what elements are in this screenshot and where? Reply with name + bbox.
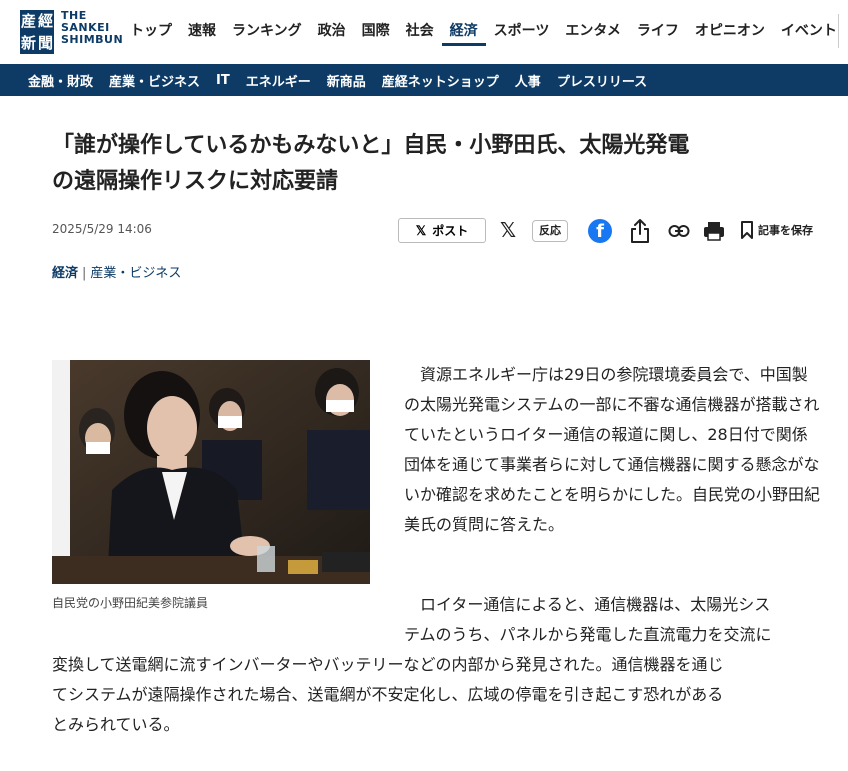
sankei-logo[interactable]: 産 經 新 聞 THE SANKEI SHIMBUN [20,10,123,54]
subnav-item-energy[interactable]: エネルギー [238,71,319,90]
x-logo-icon: 𝕏 [415,222,427,238]
paragraph-2-line-2: テムのうち、パネルから発電した直流電力を交流に [404,625,772,644]
link-icon[interactable] [668,222,690,240]
nav-item-event[interactable]: イベント [773,20,845,46]
facebook-icon[interactable]: f [588,219,612,243]
article-date: 2025/5/29 14:06 [52,222,152,236]
main-nav: トップ 速報 ランキング 政治 国際 社会 経済 スポーツ エンタメ ライフ オ… [122,20,845,46]
post-button-label: ポスト [432,224,469,238]
nav-item-ranking[interactable]: ランキング [224,20,310,46]
paragraph-2-line-1: ロイター通信によると、通信機器は、太陽光シス [420,595,771,614]
subnav-item-it[interactable]: IT [208,73,238,88]
article-paragraph-1: 資源エネルギー庁は29日の参院環境委員会で、中国製の太陽光発電システムの一部に不… [404,365,821,534]
tag-industry-business[interactable]: 産業・ビジネス [90,266,181,281]
nav-item-society[interactable]: 社会 [398,20,442,46]
nav-item-life[interactable]: ライフ [629,20,687,46]
tag-separator: | [82,266,87,281]
photo-illustration [52,360,370,584]
article-headline: 「誰が操作しているかもみないと」自民・小野田氏、太陽光発電 の遠隔操作リスクに対… [52,133,690,194]
nav-item-breaking[interactable]: 速報 [180,20,224,46]
bookmark-icon [741,221,753,239]
paragraph-2-line-4: てシステムが遠隔操作された場合、送電網が不安定化し、広域の停電を引き起こす恐れが… [52,685,724,704]
nav-overflow-edge[interactable] [838,14,848,48]
nav-item-top[interactable]: トップ [122,20,180,46]
article-photo[interactable] [52,360,370,584]
sub-nav: 金融・財政 産業・ビジネス IT エネルギー 新商品 産経ネットショップ 人事 … [0,64,848,96]
nav-item-economy[interactable]: 経済 [441,20,486,46]
subnav-item-finance[interactable]: 金融・財政 [20,71,101,90]
paragraph-2-line-5: とみられている。 [52,715,180,734]
nav-item-international[interactable]: 国際 [354,20,398,46]
share-icon[interactable] [629,218,651,244]
article-tags: 経済 | 産業・ビジネス [52,262,181,281]
x-logo-icon[interactable]: 𝕏 [500,220,516,240]
print-icon[interactable] [703,220,725,242]
subnav-item-industry-business[interactable]: 産業・ビジネス [101,71,208,90]
subnav-item-net-shop[interactable]: 産経ネットショップ [374,71,507,90]
save-label: 記事を保存 [758,224,813,237]
nav-item-sports[interactable]: スポーツ [486,20,558,46]
subnav-item-press-release[interactable]: プレスリリース [549,71,655,90]
nav-item-entertainment[interactable]: エンタメ [557,20,629,46]
post-to-x-button[interactable]: 𝕏 ポスト [398,218,486,243]
article-paragraph-2-bottom: 変換して送電網に流すインバーターやバッテリーなどの内部から発見された。通信機器を… [52,650,832,740]
subnav-item-personnel[interactable]: 人事 [507,71,549,90]
reply-count-bubble[interactable]: 反応 [532,220,568,242]
paragraph-2-line-3: 変換して送電網に流すインバーターやバッテリーなどの内部から発見された。通信機器を… [52,655,724,674]
photo-caption: 自民党の小野田紀美参院議員 [52,596,209,610]
logo-kanji-mark: 産 經 新 聞 [20,10,54,54]
subnav-item-new-products[interactable]: 新商品 [319,71,374,90]
site-header: 産 經 新 聞 THE SANKEI SHIMBUN トップ 速報 ランキング … [0,0,848,64]
nav-item-politics[interactable]: 政治 [310,20,354,46]
tag-economy[interactable]: 経済 [52,266,78,281]
article-paragraph-2-top: ロイター通信によると、通信機器は、太陽光シス テムのうち、パネルから発電した直流… [404,590,820,650]
logo-english-text: THE SANKEI SHIMBUN [61,9,124,46]
save-article-button[interactable]: 記事を保存 [740,221,813,239]
nav-item-opinion[interactable]: オピニオン [687,20,773,46]
